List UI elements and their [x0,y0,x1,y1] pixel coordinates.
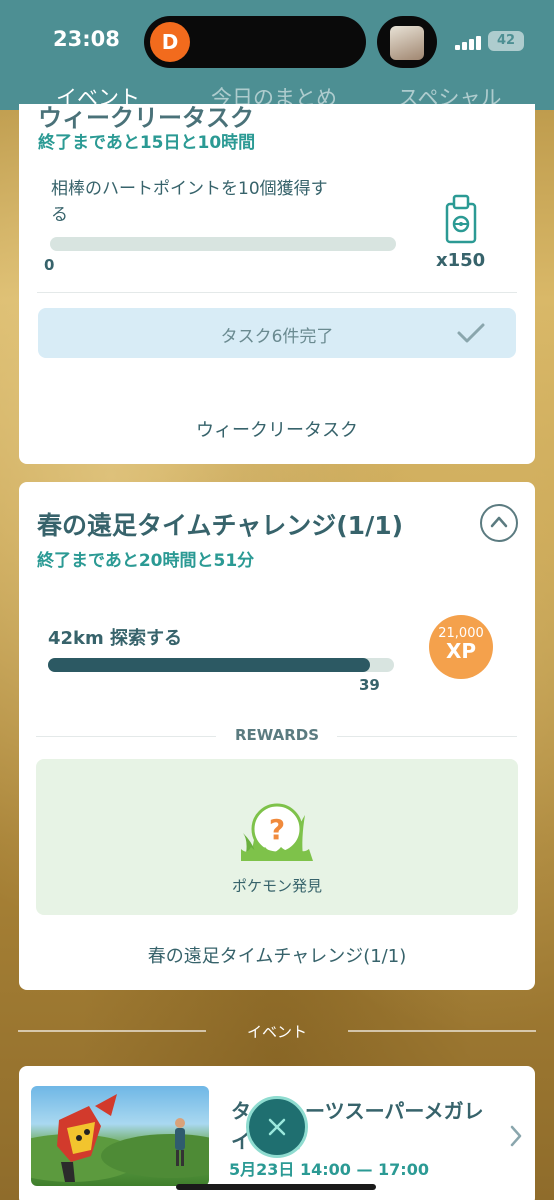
weekly-task-card: ウィークリータスク 終了まであと15日と10時間 相棒のハートポイントを10個獲… [19,104,535,464]
signal-icon [455,34,483,50]
challenge-progress-fill [48,658,370,672]
close-button[interactable] [246,1096,308,1158]
status-bar: 23:08 D 42 [0,0,554,82]
close-icon [268,1118,286,1136]
weekly-progress-value: 0 [44,256,55,274]
rewards-header: REWARDS [234,726,320,744]
reward-label: ポケモン発見 [231,877,322,895]
check-icon [457,323,485,343]
time-challenge-card: 春の遠足タイムチャレンジ(1/1) 終了まであと20時間と51分 42km 探索… [19,482,535,990]
battery-icon: 42 [488,31,524,51]
challenge-progress-bar [48,658,394,672]
weekly-task-line1: 相棒のハートポイントを10個獲得す [51,179,328,199]
event-title-part: ーツスーパーメガレ [305,1099,484,1123]
xp-reward-badge: 21,000 XP [429,615,493,679]
challenge-title: 春の遠足タイムチャレンジ(1/1) [37,511,404,540]
divider [37,292,517,293]
chevron-up-icon [490,516,508,528]
challenge-task-text: 42km 探索する [48,628,183,649]
reward-count: x150 [436,250,486,271]
weekly-task-line2: る [51,205,68,225]
weekly-task-link[interactable]: ウィークリータスク [19,416,535,442]
didi-app-icon: D [150,22,190,62]
divider [337,736,517,737]
chevron-right-icon[interactable] [509,1124,523,1148]
tasks-complete-label: タスク6件完了 [220,327,334,347]
status-time: 23:08 [53,27,120,51]
incubator-icon [445,194,477,244]
collapse-button[interactable] [480,504,518,542]
weekly-progress-bar [50,237,396,251]
tasks-complete-bar[interactable]: タスク6件完了 [38,308,516,358]
event-thumbnail [31,1086,209,1186]
challenge-link[interactable]: 春の遠足タイムチャレンジ(1/1) [19,942,535,968]
weekly-task-text: 相棒のハートポイントを10個獲得す る [51,176,328,228]
reward-pokemon-encounter[interactable]: ? ポケモン発見 [36,759,518,915]
home-indicator[interactable] [176,1184,376,1190]
divider [348,1030,536,1032]
avatar [390,26,424,60]
event-image [31,1094,209,1182]
challenge-progress-value: 39 [359,676,380,694]
challenge-remaining-time: 終了まであと20時間と51分 [37,551,255,571]
mystery-pokemon-icon: ? [241,803,313,861]
event-date: 5月23日 14:00 — 17:00 [229,1160,429,1179]
xp-label: XP [445,639,477,663]
weekly-remaining-time: 終了まであと15日と10時間 [38,133,256,153]
